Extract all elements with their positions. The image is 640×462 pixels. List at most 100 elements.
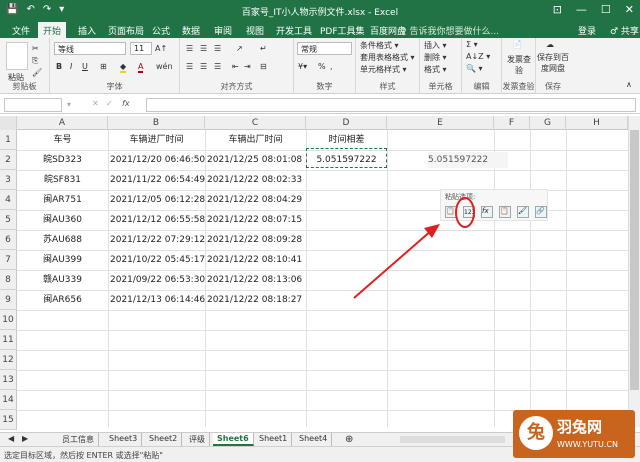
- comma-button[interactable]: ,: [330, 62, 333, 71]
- horizontal-scrollbar[interactable]: [400, 436, 505, 443]
- row-header[interactable]: 6: [0, 230, 17, 250]
- share-button[interactable]: ♂ 共享: [610, 24, 639, 37]
- align-left-icon[interactable]: ☰: [186, 62, 193, 71]
- paste-link-icon[interactable]: 🔗: [535, 206, 547, 218]
- tab-pdf-tools[interactable]: PDF工具集: [318, 24, 367, 37]
- add-sheet-button[interactable]: ⊕: [345, 434, 353, 445]
- column-header-e[interactable]: E: [387, 116, 494, 130]
- header-cell[interactable]: 车辆进厂时间: [108, 130, 205, 150]
- row-header[interactable]: 2: [0, 150, 17, 170]
- sheet-tab[interactable]: 评级: [185, 433, 210, 446]
- orientation-icon[interactable]: ↗: [236, 44, 243, 53]
- cancel-icon[interactable]: ✕: [92, 99, 99, 108]
- merge-icon[interactable]: ⊟: [260, 62, 267, 71]
- font-name-select[interactable]: 等线: [54, 42, 126, 55]
- tab-insert[interactable]: 插入: [76, 24, 98, 37]
- row-header[interactable]: 13: [0, 370, 17, 390]
- ribbon-display-icon[interactable]: ⊡: [553, 3, 562, 16]
- column-header-d[interactable]: D: [306, 116, 387, 130]
- table-cell[interactable]: 2021/12/20 06:46:50: [110, 150, 205, 170]
- table-cell[interactable]: 闽AR656: [17, 290, 108, 310]
- table-cell[interactable]: 2021/12/22 08:04:29: [207, 190, 306, 210]
- table-cell[interactable]: 2021/12/12 06:55:58: [110, 210, 205, 230]
- prev-sheet-icon[interactable]: ◀: [8, 434, 14, 443]
- cloud-save-icon[interactable]: ☁: [546, 40, 554, 49]
- align-middle-icon[interactable]: ☰: [200, 44, 207, 53]
- cut-icon[interactable]: ✂: [32, 44, 39, 53]
- row-header[interactable]: 9: [0, 290, 17, 310]
- tell-me-search[interactable]: ♀ 告诉我你想要做什么...: [400, 24, 499, 37]
- delete-cells-button[interactable]: 删除 ▾: [424, 52, 447, 63]
- row-header[interactable]: 15: [0, 410, 17, 430]
- tab-home[interactable]: 开始: [38, 22, 67, 38]
- tab-review[interactable]: 审阅: [212, 24, 234, 37]
- column-header-c[interactable]: C: [205, 116, 306, 130]
- formula-input[interactable]: [146, 98, 636, 112]
- table-cell[interactable]: 2021/12/25 08:01:08: [207, 150, 306, 170]
- tab-page-layout[interactable]: 页面布局: [106, 24, 146, 37]
- row-header[interactable]: 5: [0, 210, 17, 230]
- next-sheet-icon[interactable]: ▶: [22, 434, 28, 443]
- font-size-select[interactable]: 11: [130, 42, 152, 55]
- row-header[interactable]: 12: [0, 350, 17, 370]
- table-cell[interactable]: 2021/12/22 07:29:12: [110, 230, 205, 250]
- table-cell[interactable]: 闽AR751: [17, 190, 108, 210]
- table-cell[interactable]: 2021/12/05 06:12:28: [110, 190, 205, 210]
- italic-button[interactable]: I: [70, 62, 72, 71]
- close-icon[interactable]: ✕: [625, 3, 634, 16]
- sheet-tab[interactable]: Sheet1: [255, 433, 293, 446]
- row-header[interactable]: 8: [0, 270, 17, 290]
- currency-icon[interactable]: ¥▾: [298, 62, 307, 71]
- name-box[interactable]: [4, 98, 62, 112]
- autosum-button[interactable]: Σ ▾: [466, 40, 478, 49]
- sheet-tab[interactable]: Sheet4: [295, 433, 333, 446]
- tab-formulas[interactable]: 公式: [150, 24, 172, 37]
- align-bottom-icon[interactable]: ☰: [214, 44, 221, 53]
- row-header[interactable]: 1: [0, 130, 17, 150]
- login-link[interactable]: 登录: [578, 24, 596, 37]
- tab-data[interactable]: 数据: [180, 24, 202, 37]
- format-cells-button[interactable]: 格式 ▾: [424, 64, 447, 75]
- table-cell[interactable]: 2021/12/22 08:07:15: [207, 210, 306, 230]
- increase-indent-icon[interactable]: ⇥: [244, 62, 251, 71]
- row-header[interactable]: 11: [0, 330, 17, 350]
- sheet-tab[interactable]: Sheet2: [145, 433, 183, 446]
- collapse-ribbon-icon[interactable]: ∧: [626, 80, 632, 89]
- insert-function-icon[interactable]: fx: [122, 99, 130, 108]
- table-cell[interactable]: 2021/12/22 08:13:06: [207, 270, 306, 290]
- row-header[interactable]: 3: [0, 170, 17, 190]
- table-cell[interactable]: 闽AU399: [17, 250, 108, 270]
- fill-color-icon[interactable]: ◆: [120, 62, 127, 73]
- column-header-g[interactable]: G: [530, 116, 566, 130]
- column-header-b[interactable]: B: [108, 116, 205, 130]
- wrap-text-icon[interactable]: ↵: [260, 44, 267, 53]
- sheet-tab-active[interactable]: Sheet6: [213, 433, 254, 446]
- align-top-icon[interactable]: ☰: [186, 44, 193, 53]
- minimize-icon[interactable]: —: [576, 3, 587, 16]
- table-cell[interactable]: 2021/12/22 08:02:33: [207, 170, 306, 190]
- border-icon[interactable]: ⊞: [100, 62, 107, 71]
- table-cell[interactable]: 2021/12/13 06:14:46: [110, 290, 205, 310]
- table-cell[interactable]: 皖SD323: [17, 150, 108, 170]
- format-as-table-button[interactable]: 套用表格格式 ▾: [360, 52, 415, 63]
- phonetic-icon[interactable]: wén: [156, 62, 173, 71]
- align-right-icon[interactable]: ☰: [214, 62, 221, 71]
- invoice-icon[interactable]: 📄: [512, 40, 522, 49]
- invoice-check-button[interactable]: 发票查验: [504, 54, 534, 76]
- table-cell[interactable]: 2021/09/22 06:53:30: [110, 270, 205, 290]
- underline-button[interactable]: U: [82, 62, 88, 71]
- font-color-button[interactable]: A: [138, 62, 144, 73]
- column-header-f[interactable]: F: [494, 116, 530, 130]
- find-select-button[interactable]: 🔍 ▾: [466, 64, 483, 73]
- scrollbar-thumb[interactable]: [630, 130, 639, 390]
- table-cell[interactable]: 2021/10/22 05:45:17: [110, 250, 205, 270]
- tab-file[interactable]: 文件: [10, 24, 32, 37]
- column-header-a[interactable]: A: [17, 116, 108, 130]
- select-all-button[interactable]: [0, 116, 17, 130]
- table-cell[interactable]: 皖SF831: [17, 170, 108, 190]
- grow-font-icon[interactable]: A↑: [155, 44, 167, 53]
- sort-filter-button[interactable]: A↓Z ▾: [466, 52, 490, 61]
- row-header[interactable]: 7: [0, 250, 17, 270]
- bold-button[interactable]: B: [56, 62, 62, 71]
- percent-button[interactable]: %: [318, 62, 326, 71]
